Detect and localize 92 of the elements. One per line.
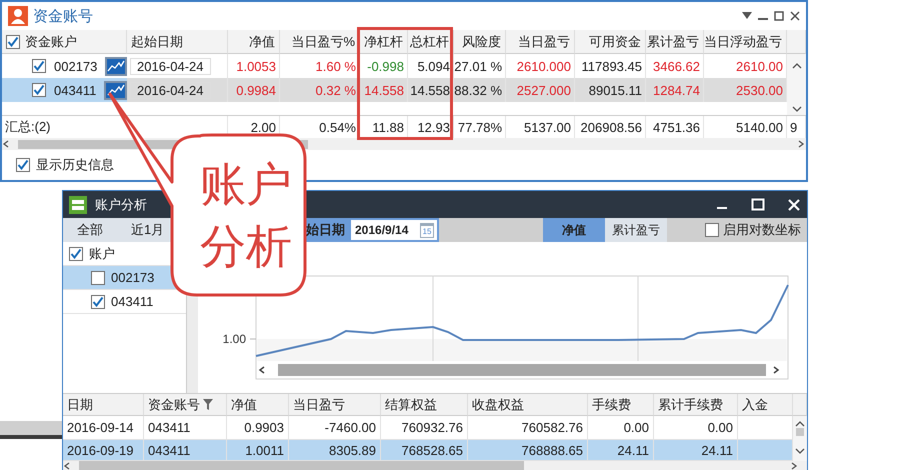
- filter-icon[interactable]: [203, 399, 213, 410]
- column-header[interactable]: 手续费: [588, 394, 654, 416]
- column-label: 资金账号: [148, 396, 200, 414]
- chart-scrollbar[interactable]: [258, 364, 780, 376]
- column-header[interactable]: 净杠杆: [360, 30, 408, 54]
- checkbox-label: 启用对数坐标: [723, 221, 801, 239]
- table-row[interactable]: 2016-09-14 043411 0.9903 -7460.00 760932.76 760582.76 0.00 0.00: [63, 416, 807, 440]
- checkbox[interactable]: [69, 246, 83, 260]
- axis-tick-label: 1.00: [222, 332, 246, 346]
- column-header[interactable]: 起始日期: [127, 30, 228, 54]
- scroll-down-icon[interactable]: [792, 104, 802, 112]
- chart-button[interactable]: [104, 80, 127, 100]
- date-field[interactable]: 2016-04-24: [130, 58, 210, 74]
- tree-item-label: 002173: [111, 270, 154, 285]
- table-cell: 14.558: [408, 78, 454, 102]
- table-cell: 0.9984: [228, 78, 280, 102]
- column-label: 日期: [67, 396, 93, 414]
- window-icon: [69, 196, 87, 214]
- view-tab[interactable]: 净值: [543, 218, 605, 242]
- column-label: 手续费: [592, 396, 631, 414]
- vertical-scrollbar[interactable]: [787, 102, 806, 115]
- column-header[interactable]: 日期: [63, 394, 144, 416]
- checkbox-label: 显示历史信息: [36, 156, 114, 174]
- scroll-right-icon[interactable]: [796, 140, 806, 148]
- range-tab[interactable]: 近1月: [117, 218, 178, 242]
- column-header[interactable]: 资金账号: [144, 394, 227, 416]
- window-title: 账户分析: [95, 196, 148, 214]
- table-cell: 1284.74: [646, 78, 704, 102]
- column-label: 结算权益: [385, 396, 437, 414]
- column-header[interactable]: 当日浮动盈亏: [704, 30, 787, 54]
- column-header[interactable]: 可用资金: [575, 30, 646, 54]
- table-row[interactable]: 2016-09-19 043411 1.0011 8305.89 768528.65 768888.65 24.11 24.11: [63, 440, 807, 461]
- column-header[interactable]: 累计手续费: [654, 394, 738, 416]
- horizontal-scrollbar[interactable]: [63, 461, 807, 470]
- column-header[interactable]: 入金: [738, 394, 793, 416]
- callout-label: 账户 分析: [200, 156, 292, 275]
- checkbox[interactable]: [6, 34, 20, 48]
- vertical-scrollbar[interactable]: [787, 54, 806, 78]
- column-label: 收盘权益: [472, 396, 524, 414]
- account-number: 043411: [54, 82, 96, 98]
- scroll-down-icon[interactable]: [795, 446, 805, 454]
- column-header[interactable]: 风险度: [454, 30, 506, 54]
- account-number: 002173: [54, 58, 98, 74]
- checkbox[interactable]: [705, 223, 719, 237]
- column-label: 入金: [742, 396, 768, 414]
- column-header[interactable]: 净值: [228, 30, 280, 54]
- close-icon[interactable]: [790, 11, 800, 21]
- total-cell: 11.88: [360, 116, 408, 138]
- chart-button[interactable]: [105, 56, 128, 76]
- scroll-thumb[interactable]: [796, 428, 804, 436]
- column-header[interactable]: 当日盈亏: [289, 394, 381, 416]
- column-header[interactable]: 当日盈亏: [506, 30, 575, 54]
- column-header[interactable]: 总杠杆: [408, 30, 454, 54]
- maximize-icon[interactable]: [774, 11, 784, 21]
- vertical-scrollbar[interactable]: [793, 440, 807, 461]
- column-header[interactable]: 净值: [227, 394, 289, 416]
- header-filler: [793, 394, 807, 416]
- column-label: 累计手续费: [658, 396, 723, 414]
- scroll-right-icon[interactable]: [789, 462, 799, 470]
- column-label: 资金账户: [25, 32, 77, 50]
- checkbox[interactable]: [91, 270, 105, 284]
- table-cell: 89015.11: [575, 78, 646, 102]
- column-header[interactable]: 当日盈亏%: [280, 30, 360, 54]
- table-row[interactable]: 043411 2016-04-24 0.9984 0.32 % 14.558 14.558 88.32 % 2527.000 89015.11 1284.74 2530.00: [2, 78, 806, 102]
- column-label: 当日盈亏: [293, 396, 345, 414]
- column-header[interactable]: 资金账户: [2, 30, 127, 54]
- column-label: 净值: [231, 396, 257, 414]
- window-title: 资金账号: [33, 6, 94, 26]
- date-field[interactable]: 2016/9/14 15: [349, 218, 439, 242]
- start-date-label: 始日期: [306, 218, 349, 242]
- checkbox[interactable]: [32, 83, 46, 97]
- table-cell: 2527.000: [506, 78, 575, 102]
- scroll-up-icon[interactable]: [795, 420, 805, 428]
- tree-item[interactable]: 账户: [89, 244, 115, 262]
- vertical-scrollbar[interactable]: [793, 416, 807, 440]
- view-tab[interactable]: 累计盈亏: [605, 218, 667, 242]
- checkbox[interactable]: [32, 59, 46, 73]
- scroll-up-icon[interactable]: [792, 62, 802, 70]
- dropdown-icon[interactable]: [742, 12, 752, 20]
- checkbox[interactable]: [91, 294, 105, 308]
- table-cell: 0.32 %: [280, 78, 360, 102]
- table-cell: 14.558: [360, 78, 408, 102]
- person-icon: [8, 6, 28, 26]
- column-header[interactable]: 结算权益: [381, 394, 468, 416]
- range-tab[interactable]: 全部: [63, 218, 117, 242]
- background-window: [0, 421, 62, 439]
- table-cell: 88.32 %: [454, 78, 506, 102]
- column-header[interactable]: 累计盈亏: [646, 30, 704, 54]
- checkbox[interactable]: [16, 158, 30, 172]
- column-header[interactable]: 收盘权益: [468, 394, 588, 416]
- tree-item-label: 043411: [111, 294, 154, 309]
- total-cell: 12.93: [408, 116, 454, 138]
